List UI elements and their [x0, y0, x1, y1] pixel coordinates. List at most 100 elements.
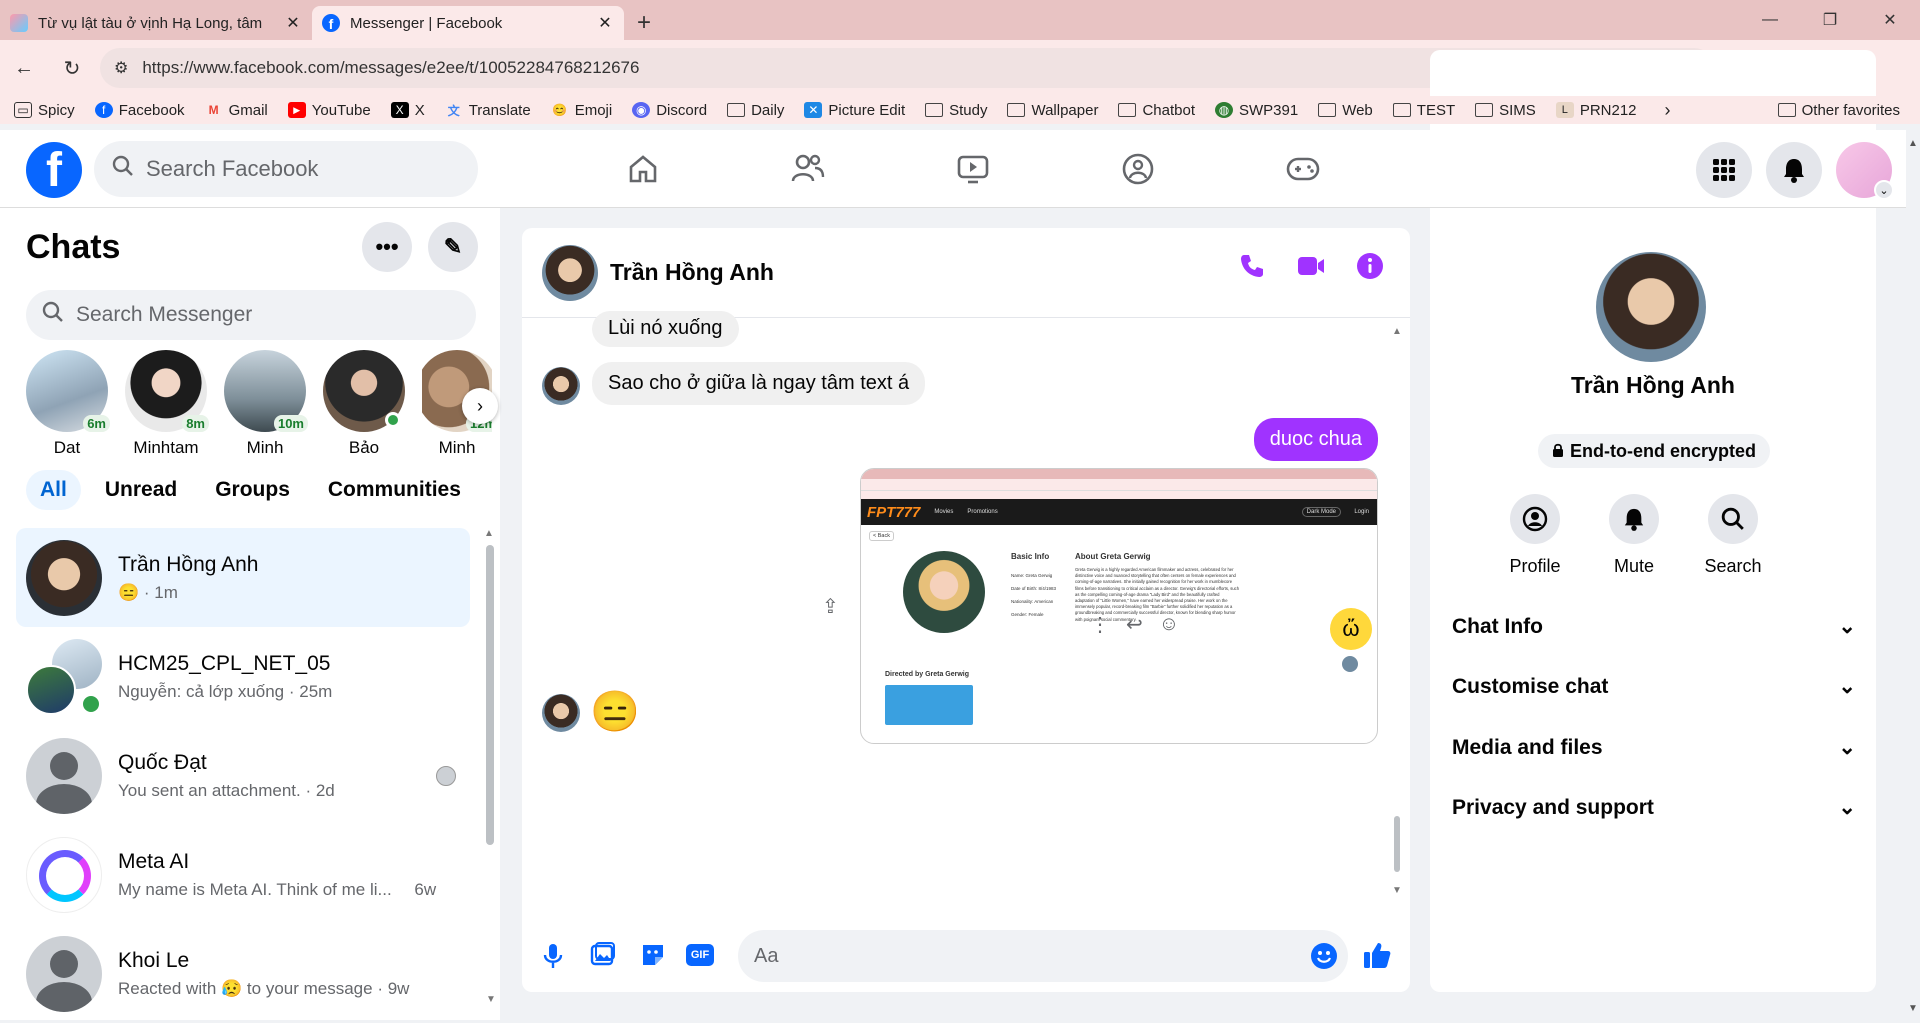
video-call-icon[interactable] [1296, 252, 1326, 285]
story-item[interactable]: 6m Dat [26, 350, 110, 458]
home-icon[interactable] [560, 130, 725, 208]
bookmark-swp391[interactable]: ◍ SWP391 [1215, 102, 1298, 119]
groups-icon[interactable] [1055, 130, 1220, 208]
new-tab-button[interactable]: + [624, 6, 664, 40]
bookmark-facebook[interactable]: f Facebook [94, 102, 185, 119]
share-icon[interactable]: ⇪ [822, 594, 839, 619]
bookmark-daily[interactable]: Daily [727, 102, 784, 119]
close-tab-icon[interactable]: ✕ [596, 13, 614, 33]
message-bubble-received[interactable]: Sao cho ở giữa là ngay tâm text á [592, 362, 926, 405]
bookmark-wallpaper[interactable]: Wallpaper [1007, 102, 1098, 119]
chat-item[interactable]: HCM25_CPL_NET_05 Nguyễn: cả lớp xuống · 2… [16, 627, 470, 726]
bookmark-emoji[interactable]: 😊 Emoji [551, 102, 612, 119]
story-item[interactable]: 8m Minhtam [125, 350, 209, 458]
story-item[interactable]: Bảo [323, 350, 405, 458]
facebook-logo-icon[interactable]: f [26, 142, 82, 198]
message-bubble-received[interactable]: Lùi nó xuống [592, 311, 739, 347]
new-message-button[interactable]: ✎ [428, 222, 478, 272]
photo-icon[interactable] [590, 942, 616, 973]
header-actions: ⌄ [1696, 142, 1894, 200]
friends-icon[interactable] [725, 130, 890, 208]
browser-tab-news[interactable]: Từ vụ lật tàu ở vịnh Hạ Long, tâm ✕ [0, 6, 312, 40]
chat-item[interactable]: Trần Hồng Anh 😑 · 1m [16, 528, 470, 627]
meta-ai-avatar [26, 836, 102, 913]
reply-icon[interactable]: ↩ [1126, 612, 1143, 637]
audio-call-icon[interactable] [1238, 252, 1266, 285]
chat-list-scrollbar[interactable]: ▲ [484, 528, 496, 1008]
browser-tab-messenger[interactable]: f Messenger | Facebook ✕ [312, 6, 624, 40]
bookmark-chatbot[interactable]: Chatbot [1118, 102, 1195, 119]
bookmark-gmail[interactable]: M Gmail [205, 102, 268, 119]
story-avatar: 8m [125, 350, 209, 432]
bookmark-translate[interactable]: 文 Translate [445, 102, 531, 119]
back-icon[interactable]: ← [0, 57, 48, 80]
folder-icon [1475, 103, 1494, 117]
info-avatar[interactable] [1596, 252, 1706, 362]
conversation-info-icon[interactable] [1356, 252, 1384, 285]
bookmark-web[interactable]: Web [1318, 102, 1373, 119]
microphone-icon[interactable] [542, 942, 564, 975]
close-tab-icon[interactable]: ✕ [284, 13, 302, 33]
gaming-icon[interactable] [1220, 130, 1385, 208]
story-item[interactable]: 10m Minh [224, 350, 308, 458]
gif-icon[interactable]: GIF [686, 944, 714, 966]
emoji-picker-icon[interactable] [1310, 942, 1338, 976]
close-window-icon[interactable]: ✕ [1860, 0, 1920, 40]
site-info-icon[interactable]: ⚙ [114, 58, 128, 78]
maximize-icon[interactable]: ❐ [1800, 0, 1860, 40]
bookmark-x[interactable]: XX [390, 102, 425, 119]
x-logo-icon: X [390, 102, 409, 118]
bookmark-spicy[interactable]: ▭ Spicy [14, 102, 75, 119]
contact-name[interactable]: Trần Hồng Anh [610, 259, 774, 286]
account-avatar[interactable]: ⌄ [1836, 142, 1894, 200]
emoji-message[interactable]: 😑 [590, 688, 640, 735]
section-customise-chat[interactable]: Customise chat ⌄ [1452, 674, 1856, 699]
sticker-icon[interactable] [640, 942, 666, 973]
minimize-icon[interactable]: — [1740, 0, 1800, 40]
bookmark-study[interactable]: Study [925, 102, 987, 119]
globe-icon: ◍ [1215, 102, 1233, 118]
messenger-search-input[interactable]: Search Messenger [26, 290, 476, 340]
section-chat-info[interactable]: Chat Info ⌄ [1452, 614, 1856, 639]
message-bubble-sent[interactable]: duoc chua [1253, 418, 1378, 461]
search-in-conversation-button[interactable]: Search [1704, 494, 1762, 577]
bookmark-youtube[interactable]: ▶ YouTube [287, 102, 371, 119]
bookmark-other-favorites[interactable]: Other favorites [1777, 102, 1900, 119]
message-input[interactable]: Aa [738, 930, 1348, 982]
bookmark-discord[interactable]: ◉ Discord [632, 102, 707, 119]
messages-scrollbar[interactable]: ▲ ▼ [1392, 326, 1402, 896]
filter-all[interactable]: All [26, 470, 81, 510]
scroll-down-arrow-icon[interactable]: ▼ [486, 994, 496, 1005]
facebook-search-input[interactable]: Search Facebook [94, 141, 478, 197]
filter-communities[interactable]: Communities [314, 470, 475, 510]
menu-grid-icon[interactable] [1696, 142, 1752, 198]
reaction-sticker: ὤ [1330, 608, 1372, 650]
section-media-files[interactable]: Media and files ⌄ [1452, 735, 1856, 760]
react-smile-icon[interactable]: ☺ [1159, 613, 1179, 636]
chat-options-button[interactable]: ••• [362, 222, 412, 272]
mute-button[interactable]: Mute [1609, 494, 1659, 577]
stories-next-chevron-icon[interactable]: › [462, 388, 498, 424]
filter-groups[interactable]: Groups [201, 470, 304, 510]
bookmark-sims[interactable]: SIMS [1475, 102, 1536, 119]
portrait-photo [903, 551, 985, 633]
more-vertical-icon[interactable]: ⋮ [1090, 612, 1110, 637]
filter-unread[interactable]: Unread [91, 470, 191, 510]
chat-item[interactable]: Meta AI My name is Meta AI. Think of me l… [16, 825, 470, 924]
chat-item[interactable]: Khoi Le Reacted with 😥 to your message · … [16, 924, 470, 1023]
bookmark-picture-edit[interactable]: ✕ Picture Edit [804, 102, 905, 119]
bookmark-prn212[interactable]: L PRN212 [1555, 102, 1637, 119]
video-icon[interactable] [890, 130, 1055, 208]
like-thumb-icon[interactable] [1362, 940, 1392, 975]
bookmark-test[interactable]: TEST [1392, 102, 1455, 119]
bookmarks-more-chevron-icon[interactable]: › [1665, 100, 1671, 121]
chat-item[interactable]: Quốc Đạt You sent an attachment. · 2d [16, 726, 470, 825]
profile-button[interactable]: Profile [1509, 494, 1561, 577]
encryption-badge[interactable]: End-to-end encrypted [1538, 434, 1770, 468]
refresh-icon[interactable]: ↻ [48, 56, 96, 81]
section-privacy-support[interactable]: Privacy and support ⌄ [1452, 795, 1856, 820]
page-scrollbar[interactable]: ▲ ▼ [1906, 130, 1920, 1020]
shared-screenshot-image[interactable]: FPT777 Movies Promotions Dark Mode Login… [860, 468, 1378, 744]
notifications-bell-icon[interactable] [1766, 142, 1822, 198]
contact-avatar[interactable] [542, 244, 598, 301]
